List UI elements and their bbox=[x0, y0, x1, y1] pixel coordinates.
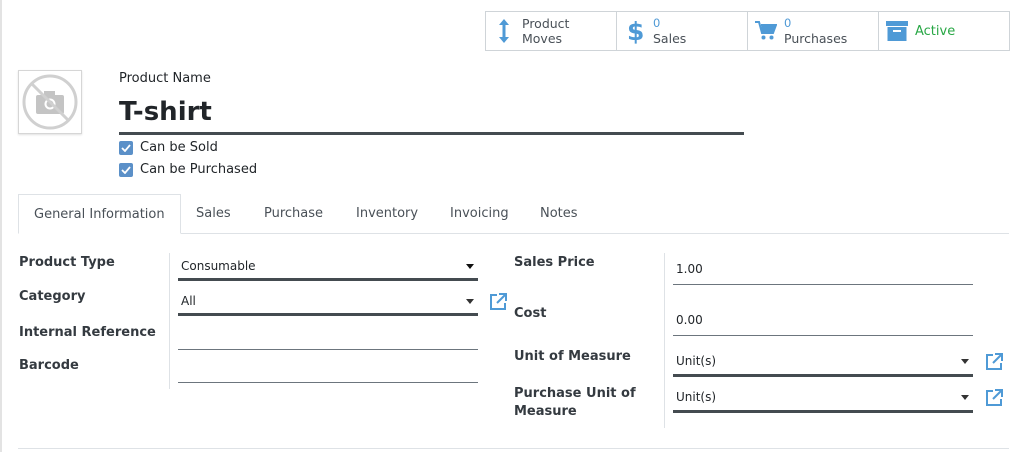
tab-sales[interactable]: Sales bbox=[196, 194, 231, 233]
product-image[interactable] bbox=[18, 70, 82, 134]
sales-count: 0 bbox=[653, 16, 661, 30]
barcode-label: Barcode bbox=[19, 358, 79, 373]
checkmark-icon bbox=[121, 143, 131, 152]
archive-icon bbox=[879, 21, 915, 41]
cart-icon bbox=[748, 21, 784, 41]
purchase-uom-label-line2: Measure bbox=[514, 404, 577, 419]
section-divider bbox=[18, 448, 1009, 449]
can-be-purchased-checkbox[interactable] bbox=[119, 162, 133, 177]
can-be-purchased-label: Can be Purchased bbox=[140, 162, 258, 177]
purchase-uom-label-line1: Purchase Unit of bbox=[514, 386, 636, 401]
chevron-down-icon bbox=[466, 264, 474, 269]
right-group-divider bbox=[664, 253, 665, 428]
external-link-icon[interactable] bbox=[488, 292, 508, 312]
internal-reference-input[interactable] bbox=[178, 330, 478, 350]
svg-text:$: $ bbox=[627, 18, 644, 44]
sales-button[interactable]: $ 0 Sales bbox=[616, 11, 748, 51]
product-type-select[interactable]: Consumable bbox=[178, 259, 478, 281]
category-label: Category bbox=[19, 289, 86, 304]
tab-purchase[interactable]: Purchase bbox=[264, 194, 323, 233]
tab-notes[interactable]: Notes bbox=[540, 194, 578, 233]
purchase-unit-of-measure-value: Unit(s) bbox=[676, 390, 717, 404]
chevron-down-icon bbox=[466, 299, 474, 304]
sales-price-label: Sales Price bbox=[514, 255, 595, 270]
tab-inventory[interactable]: Inventory bbox=[356, 194, 418, 233]
purchases-count: 0 bbox=[784, 16, 792, 30]
cost-label: Cost bbox=[514, 306, 547, 321]
purchases-button[interactable]: 0 Purchases bbox=[747, 11, 879, 51]
unit-of-measure-value: Unit(s) bbox=[676, 354, 717, 368]
product-moves-line1: Product bbox=[522, 16, 570, 31]
sales-label: Sales bbox=[653, 31, 687, 46]
sales-price-value: 1.00 bbox=[676, 262, 703, 276]
purchase-unit-of-measure-select[interactable]: Unit(s) bbox=[673, 390, 973, 413]
product-type-value: Consumable bbox=[181, 259, 256, 273]
tab-general-information[interactable]: General Information bbox=[18, 194, 181, 234]
can-be-sold-label: Can be Sold bbox=[140, 140, 218, 155]
cost-input[interactable]: 0.00 bbox=[673, 313, 973, 336]
product-name-label: Product Name bbox=[119, 71, 211, 86]
can-be-sold-checkbox[interactable] bbox=[119, 140, 133, 155]
barcode-input[interactable] bbox=[178, 363, 478, 383]
active-toggle-button[interactable]: Active bbox=[878, 11, 1010, 51]
can-be-purchased-row[interactable]: Can be Purchased bbox=[119, 162, 257, 177]
internal-reference-label: Internal Reference bbox=[19, 325, 156, 340]
unit-of-measure-select[interactable]: Unit(s) bbox=[673, 354, 973, 377]
can-be-sold-row[interactable]: Can be Sold bbox=[119, 140, 218, 155]
left-edge-border bbox=[0, 0, 2, 452]
category-select[interactable]: All bbox=[178, 294, 478, 316]
tab-invoicing[interactable]: Invoicing bbox=[450, 194, 509, 233]
product-moves-button[interactable]: Product Moves bbox=[485, 11, 617, 51]
notebook-tabs: General Information Sales Purchase Inven… bbox=[18, 194, 1009, 234]
chevron-down-icon bbox=[961, 395, 969, 400]
category-value: All bbox=[181, 294, 196, 308]
purchase-unit-of-measure-label: Purchase Unit of Measure bbox=[514, 385, 636, 421]
no-camera-icon bbox=[22, 74, 78, 130]
external-link-icon[interactable] bbox=[984, 352, 1004, 372]
cost-value: 0.00 bbox=[676, 313, 703, 327]
arrows-updown-icon bbox=[486, 18, 522, 44]
left-group-divider bbox=[169, 253, 170, 389]
checkmark-icon bbox=[121, 165, 131, 174]
sales-price-input[interactable]: 1.00 bbox=[673, 262, 973, 285]
active-label: Active bbox=[915, 23, 956, 39]
dollar-icon: $ bbox=[617, 18, 653, 44]
product-type-label: Product Type bbox=[19, 255, 115, 270]
chevron-down-icon bbox=[961, 359, 969, 364]
external-link-icon[interactable] bbox=[984, 388, 1004, 408]
smart-buttons: Product Moves $ 0 Sales 0 Purchases Acti… bbox=[485, 11, 1010, 51]
product-moves-line2: Moves bbox=[522, 31, 563, 46]
purchases-label: Purchases bbox=[784, 31, 848, 46]
product-name-input[interactable] bbox=[119, 92, 744, 135]
unit-of-measure-label: Unit of Measure bbox=[514, 349, 631, 364]
